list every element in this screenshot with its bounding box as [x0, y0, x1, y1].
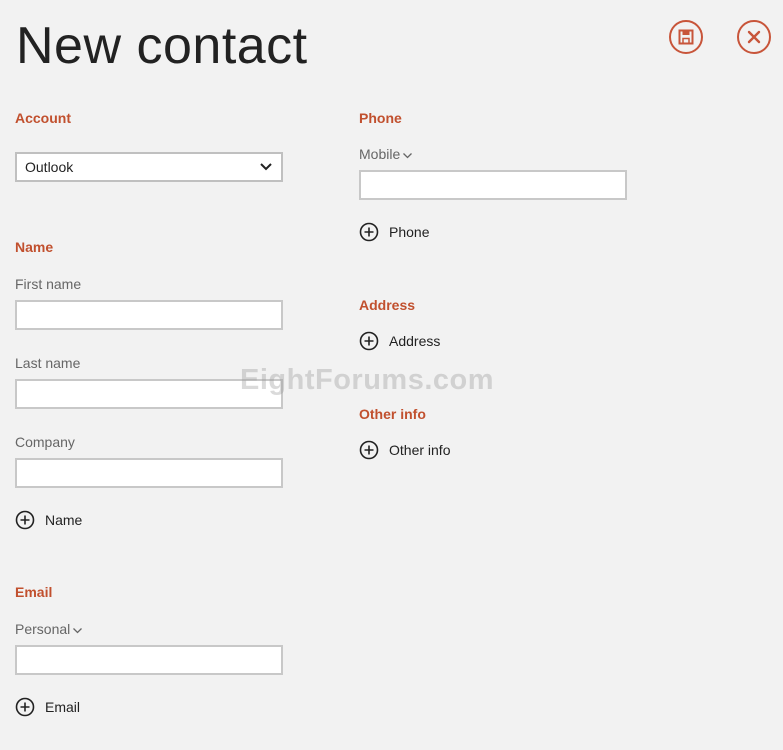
chevron-down-icon — [73, 627, 83, 634]
add-address-label: Address — [389, 333, 441, 349]
account-heading: Account — [15, 110, 71, 126]
phone-type-label: Mobile — [359, 146, 401, 162]
add-address-button[interactable]: Address — [359, 331, 440, 351]
save-button[interactable] — [669, 20, 703, 54]
add-circle-icon — [359, 440, 379, 460]
email-type-dropdown[interactable]: Personal — [15, 621, 83, 637]
add-circle-icon — [15, 510, 35, 530]
page-title: New contact — [16, 17, 308, 75]
first-name-label: First name — [15, 276, 82, 292]
add-name-label: Name — [45, 512, 83, 528]
phone-type-dropdown[interactable]: Mobile — [359, 146, 413, 162]
other-info-heading: Other info — [359, 406, 426, 422]
name-heading: Name — [15, 239, 54, 255]
phone-field[interactable] — [359, 170, 627, 200]
close-icon — [747, 30, 761, 44]
phone-heading: Phone — [359, 110, 402, 126]
add-other-info-label: Other info — [389, 442, 451, 458]
close-button[interactable] — [737, 20, 771, 54]
account-select[interactable]: Outlook — [15, 152, 283, 182]
add-phone-button[interactable]: Phone — [359, 222, 429, 242]
account-select-value: Outlook — [25, 159, 74, 175]
chevron-down-icon — [260, 163, 272, 171]
add-circle-icon — [15, 697, 35, 717]
add-email-button[interactable]: Email — [15, 697, 80, 717]
last-name-label: Last name — [15, 355, 81, 371]
email-heading: Email — [15, 584, 53, 600]
add-circle-icon — [359, 222, 379, 242]
email-type-label: Personal — [15, 621, 71, 637]
first-name-field[interactable] — [15, 300, 283, 330]
add-other-info-button[interactable]: Other info — [359, 440, 450, 460]
watermark: EightForums.com — [240, 364, 495, 396]
save-icon — [678, 29, 694, 45]
add-email-label: Email — [45, 699, 81, 715]
company-field[interactable] — [15, 458, 283, 488]
add-phone-label: Phone — [389, 224, 430, 240]
company-label: Company — [15, 434, 75, 450]
add-circle-icon — [359, 331, 379, 351]
address-heading: Address — [359, 297, 416, 313]
chevron-down-icon — [403, 152, 413, 159]
email-field[interactable] — [15, 645, 283, 675]
add-name-button[interactable]: Name — [15, 510, 82, 530]
